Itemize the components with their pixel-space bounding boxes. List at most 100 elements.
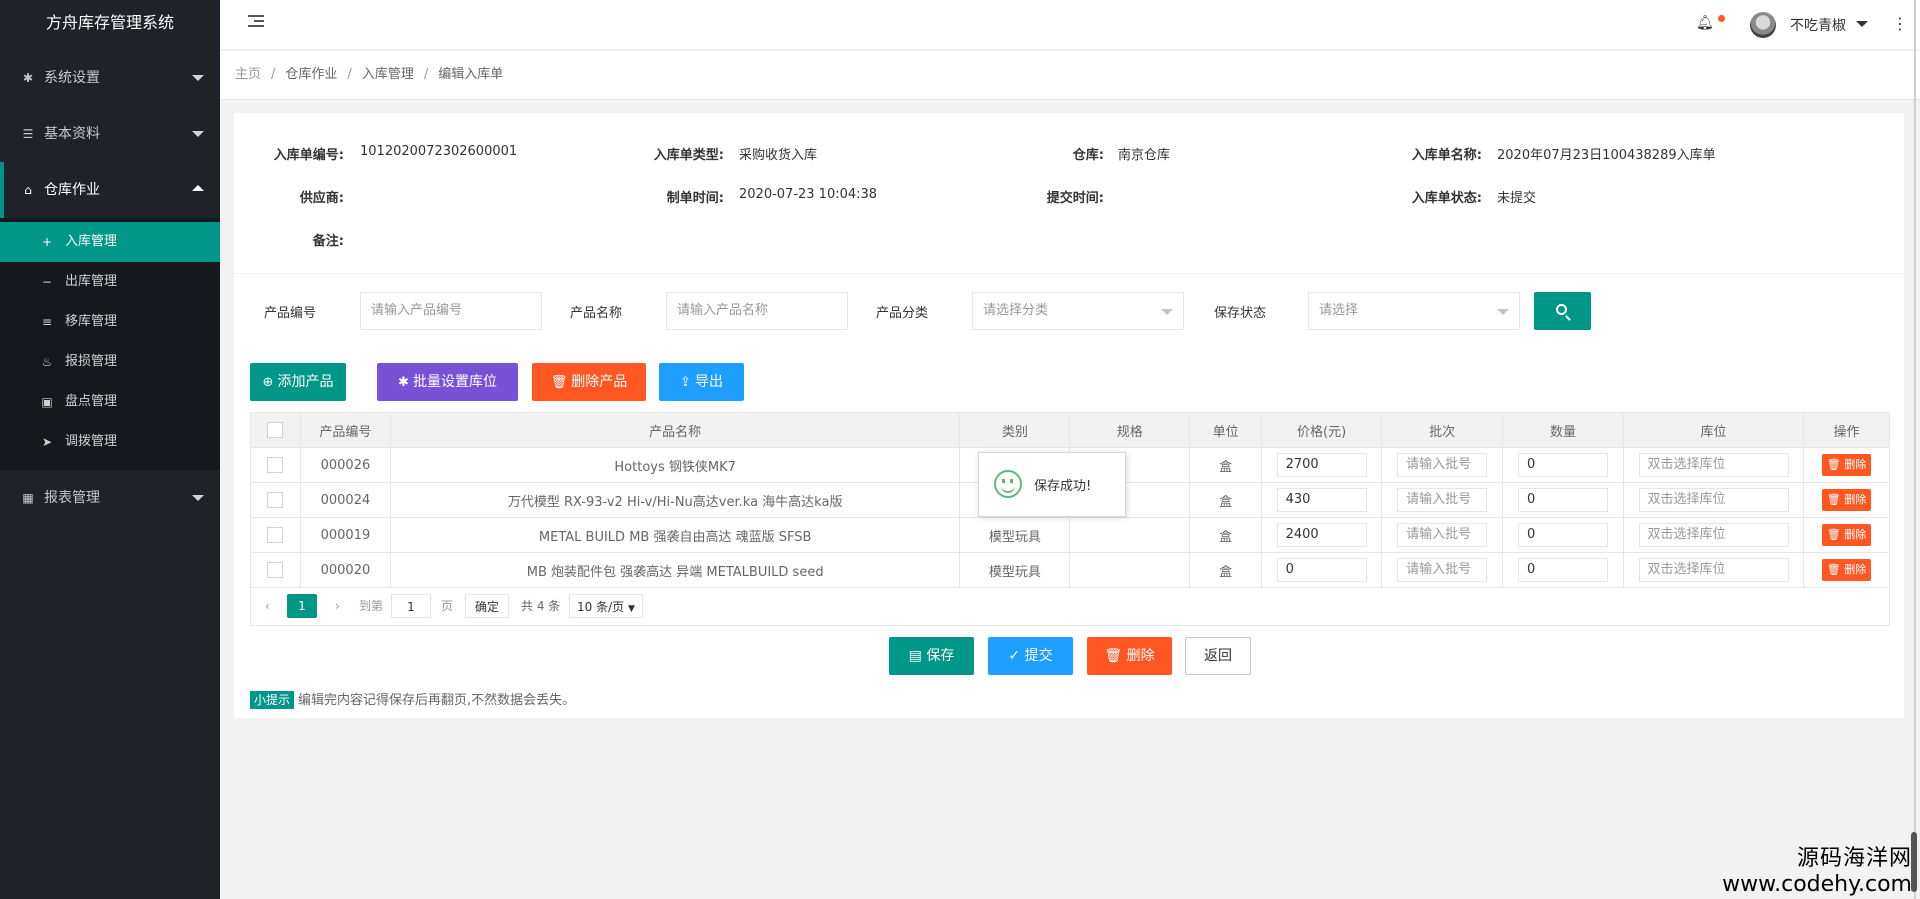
created-label: 制单时间:: [666, 191, 724, 206]
status-value: 未提交: [1497, 191, 1537, 206]
location-cell: 双击选择库位: [1623, 482, 1804, 518]
export-icon: ⇪: [680, 375, 691, 390]
scrollbar-track[interactable]: [1914, 0, 1916, 899]
price-input[interactable]: 430: [1276, 488, 1367, 512]
sidebar-group-system[interactable]: ✱ 系统设置: [0, 50, 220, 106]
search-button[interactable]: [1534, 292, 1591, 330]
export-button[interactable]: ⇪ 导出: [659, 363, 744, 401]
order-name-value: 2020年07月23日100438289入库单: [1497, 148, 1716, 163]
quantity-input[interactable]: 0: [1518, 453, 1609, 477]
trash-icon: 🗑︎: [1826, 563, 1841, 576]
sidebar-item-transfer[interactable]: ≡ 移库管理: [0, 302, 220, 342]
next-page-icon[interactable]: ›: [335, 594, 340, 618]
chevron-down-icon: [1497, 309, 1509, 315]
location-input[interactable]: 双击选择库位: [1638, 453, 1789, 477]
product-name-cell: MB 炮装配件包 强袭高达 异端 METALBUILD seed: [389, 552, 961, 588]
quantity-input[interactable]: 0: [1518, 558, 1609, 582]
sidebar-item-label: 盘点管理: [65, 394, 118, 409]
success-toast: 保存成功!: [978, 452, 1126, 517]
category-select-value: 请选择分类: [983, 303, 1049, 318]
breadcrumb-separator: /: [347, 67, 352, 82]
avatar[interactable]: [1750, 12, 1776, 38]
state-select[interactable]: 请选择: [1308, 292, 1520, 330]
location-input[interactable]: 双击选择库位: [1638, 558, 1789, 582]
save-button[interactable]: ▤ 保存: [889, 637, 974, 675]
batch-input[interactable]: 请输入批号: [1397, 558, 1488, 582]
row-delete-button[interactable]: 🗑︎ 删除: [1821, 559, 1872, 581]
gear-icon: ✱: [398, 375, 409, 390]
column-header: 产品名称: [389, 412, 961, 448]
minus-icon: −: [41, 275, 53, 289]
page-current[interactable]: 1: [287, 594, 317, 618]
row-checkbox[interactable]: [267, 562, 284, 578]
row-checkbox[interactable]: [267, 492, 284, 508]
chevron-down-icon: [192, 495, 204, 501]
order-no-label: 入库单编号:: [273, 148, 344, 163]
chevron-down-icon[interactable]: [1856, 21, 1868, 27]
sidebar-group-report[interactable]: ▦ 报表管理: [0, 470, 220, 526]
unit-cell: 盒: [1189, 482, 1263, 518]
sidebar-group-warehouse[interactable]: ⌂ 仓库作业: [0, 162, 220, 218]
row-delete-button[interactable]: 🗑︎ 删除: [1821, 489, 1872, 511]
batch-cell: 请输入批号: [1381, 482, 1504, 518]
chevron-down-icon: [192, 131, 204, 137]
batch-location-button[interactable]: ✱ 批量设置库位: [377, 363, 518, 401]
location-input[interactable]: 双击选择库位: [1638, 523, 1789, 547]
location-input[interactable]: 双击选择库位: [1638, 488, 1789, 512]
username[interactable]: 不吃青椒: [1790, 15, 1846, 35]
more-icon[interactable]: ⋮: [1892, 14, 1908, 33]
sidebar-item-inbound[interactable]: + 入库管理: [0, 222, 220, 262]
batch-input[interactable]: 请输入批号: [1397, 523, 1488, 547]
price-input[interactable]: 2400: [1276, 523, 1367, 547]
batch-input[interactable]: 请输入批号: [1397, 453, 1488, 477]
batch-input[interactable]: 请输入批号: [1397, 488, 1488, 512]
row-delete-label: 删除: [1844, 493, 1867, 506]
tip-note: 小提示 编辑完内容记得保存后再翻页,不然数据会丢失。: [250, 689, 575, 709]
breadcrumb-home[interactable]: 主页: [235, 67, 261, 82]
sidebar-item-inventory[interactable]: ▣ 盘点管理: [0, 382, 220, 422]
submit-button[interactable]: ✓ 提交: [988, 637, 1073, 675]
add-product-button[interactable]: ⊕ 添加产品: [250, 363, 346, 401]
sidebar-group-basic[interactable]: ☰ 基本资料: [0, 106, 220, 162]
code-search-input[interactable]: 请输入产品编号: [360, 292, 542, 330]
quantity-input[interactable]: 0: [1518, 488, 1609, 512]
location-cell: 双击选择库位: [1623, 552, 1804, 588]
unit-cell: 盒: [1189, 447, 1263, 483]
row-delete-button[interactable]: 🗑︎ 删除: [1821, 454, 1872, 476]
page-size-select[interactable]: 10 条/页 ▼: [569, 594, 643, 618]
delete-button[interactable]: 🗑︎ 删除: [1087, 637, 1172, 675]
breadcrumb-item[interactable]: 入库管理: [362, 67, 414, 82]
sidebar-item-label: 调拨管理: [65, 434, 118, 449]
delete-product-button[interactable]: 🗑︎ 删除产品: [532, 363, 646, 401]
notification-dot: [1718, 15, 1725, 22]
menu-toggle-icon[interactable]: [248, 15, 264, 29]
row-delete-label: 删除: [1844, 458, 1867, 471]
goto-page-input[interactable]: 1: [391, 594, 431, 618]
bell-icon[interactable]: 🔔︎: [1696, 15, 1714, 31]
status-label: 入库单状态:: [1411, 191, 1482, 206]
row-checkbox[interactable]: [267, 457, 284, 473]
product-code-cell: 000024: [299, 482, 391, 518]
fire-icon: ♨: [41, 355, 53, 369]
send-icon: ➤: [41, 435, 53, 449]
sidebar-item-outbound[interactable]: − 出库管理: [0, 262, 220, 302]
select-all-checkbox[interactable]: [267, 422, 284, 438]
goto-confirm-button[interactable]: 确定: [465, 594, 509, 618]
sidebar-item-allocation[interactable]: ➤ 调拨管理: [0, 422, 220, 462]
breadcrumb-item[interactable]: 仓库作业: [285, 67, 337, 82]
back-button[interactable]: 返回: [1185, 637, 1251, 675]
warehouse-label: 仓库:: [1072, 148, 1104, 163]
quantity-input[interactable]: 0: [1518, 523, 1609, 547]
table-header-row: 产品编号 产品名称 类别 规格 单位 价格(元) 批次 数量 库位 操作: [250, 412, 1890, 448]
product-code-cell: 000020: [299, 552, 391, 588]
sidebar-item-label: 出库管理: [65, 274, 118, 289]
prev-page-icon[interactable]: ‹: [265, 594, 270, 618]
row-checkbox[interactable]: [267, 527, 284, 543]
row-delete-button[interactable]: 🗑︎ 删除: [1821, 524, 1872, 546]
category-select[interactable]: 请选择分类: [972, 292, 1184, 330]
price-input[interactable]: 2700: [1276, 453, 1367, 477]
price-input[interactable]: 0: [1276, 558, 1367, 582]
order-no-value: 1012020072302600001: [360, 144, 518, 159]
sidebar-item-loss[interactable]: ♨ 报损管理: [0, 342, 220, 382]
name-search-input[interactable]: 请输入产品名称: [666, 292, 848, 330]
